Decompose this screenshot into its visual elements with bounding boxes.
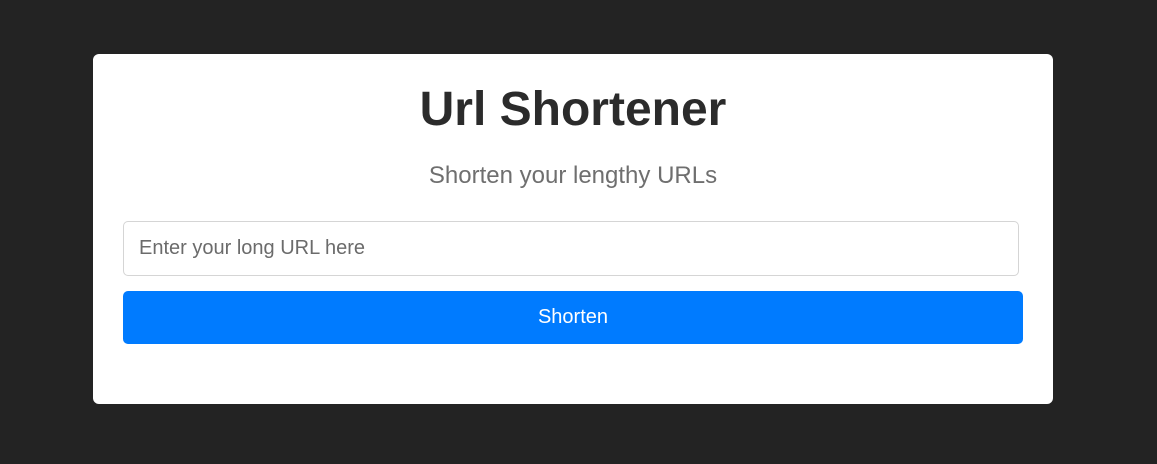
long-url-input[interactable] — [123, 221, 1019, 276]
page-subtitle: Shorten your lengthy URLs — [428, 162, 718, 189]
shortener-card: Url Shortener Shorten your lengthy URLs … — [93, 54, 1053, 404]
shorten-button[interactable]: Shorten — [123, 291, 1023, 344]
page-title: Url Shortener — [419, 83, 727, 136]
